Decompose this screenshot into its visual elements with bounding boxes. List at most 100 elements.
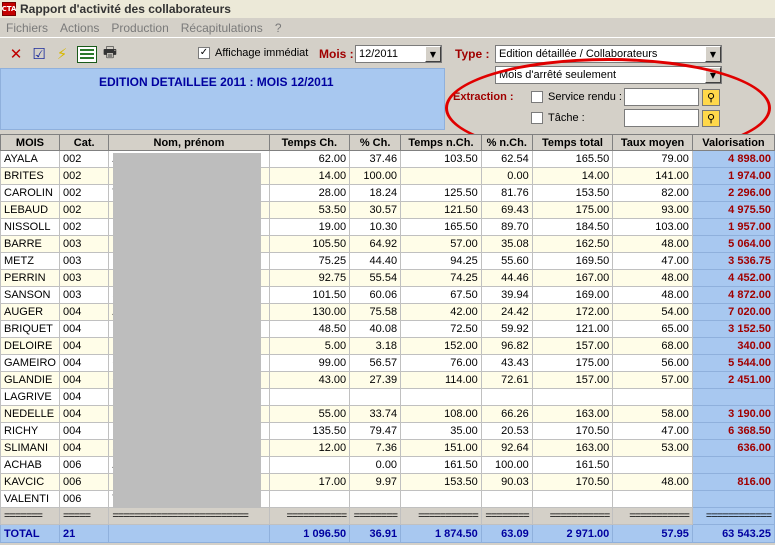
column-header[interactable]: Cat. [58,134,110,151]
menu-recapitulations[interactable]: Récapitulations [175,21,269,35]
table-cell [400,167,482,185]
table-cell: 121.50 [400,201,482,219]
column-header[interactable]: Valorisation [691,134,775,151]
table-cell: 1 096.50 [268,524,351,543]
table-cell: 40.08 [349,320,402,338]
table-cell: 165.50 [400,218,482,236]
type-label: Type : [455,47,490,61]
affichage-label: Affichage immédiat [215,47,309,59]
lightning-icon[interactable]: ⚡ [52,44,72,64]
column-header[interactable]: Temps n.Ch. [400,134,482,151]
table-cell: 47.00 [612,252,693,270]
table-cell [349,388,402,406]
table-cell: 48.00 [612,473,693,491]
table-cell [349,490,402,508]
table-cell: 114.00 [400,371,482,389]
tache-input[interactable] [624,109,699,127]
table-cell: 79.00 [612,150,693,168]
validate-icon[interactable]: ☑ [29,44,49,64]
table-cell: 003 [58,235,110,253]
table-cell: 5.00 [268,337,351,355]
tache-checkbox[interactable] [531,112,543,124]
table-cell: 43.00 [268,371,351,389]
table-cell: 141.00 [612,167,693,185]
column-header[interactable]: Temps Ch. [268,134,351,151]
menu-help[interactable]: ? [269,21,288,35]
tache-option[interactable]: Tâche : [531,112,585,124]
mois-value: 12/2011 [359,48,398,60]
table-cell: 75.25 [268,252,351,270]
table-cell: KAVCIC [0,473,60,491]
service-rendu-checkbox[interactable] [531,91,543,103]
spreadsheet-icon[interactable] [77,45,97,63]
table-cell: 96.82 [480,337,533,355]
table-cell: 161.50 [531,456,614,474]
table-cell: 006 [58,490,110,508]
table-cell: 153.50 [400,473,482,491]
table-cell [691,456,775,474]
table-cell [612,456,693,474]
table-cell: 006 [58,456,110,474]
mois-select[interactable]: 12/2011 ▼ [355,45,442,63]
chevron-down-icon[interactable]: ▼ [705,67,721,83]
table-cell: 7.36 [349,439,402,457]
table-cell: ACHAB [0,456,60,474]
mois-label: Mois : [319,47,354,61]
total-row[interactable]: TOTAL 21 1 096.50 36.91 1 874.50 63.09 2 971.0… [0,524,775,543]
table-cell: 004 [58,354,110,372]
affichage-immediat-option[interactable]: ✓ Affichage immédiat [198,47,308,59]
table-cell: 72.61 [480,371,533,389]
search-lookup-icon[interactable]: ⚲ [702,89,720,106]
arrete-select[interactable]: Mois d'arrêté seulement ▼ [495,66,722,84]
table-cell: 17.00 [268,473,351,491]
table-cell: 67.50 [400,286,482,304]
column-header[interactable]: % Ch. [349,134,402,151]
table-cell: 37.46 [349,150,402,168]
table-cell [691,490,775,508]
affichage-checkbox[interactable]: ✓ [198,47,210,59]
table-cell: 64.92 [349,235,402,253]
chevron-down-icon[interactable]: ▼ [705,46,721,62]
menu-production[interactable]: Production [105,21,174,35]
menu-actions[interactable]: Actions [54,21,105,35]
table-cell: 44.40 [349,252,402,270]
redacted-names [113,153,261,508]
edition-title: EDITION DETAILLEE 2011 : MOIS 12/2011 [99,75,334,89]
table-cell: 43.43 [480,354,533,372]
table-cell: 94.25 [400,252,482,270]
type-select[interactable]: Edition détaillée / Collaborateurs ▼ [495,45,722,63]
table-cell: 3 536.75 [691,252,775,270]
chevron-down-icon[interactable]: ▼ [425,46,441,62]
table-cell: 3 152.50 [691,320,775,338]
table-cell: 121.00 [531,320,614,338]
table-cell: DELOIRE [0,337,60,355]
menu-bar: Fichiers Actions Production Récapitulati… [0,18,775,38]
separator-row[interactable]: ======= ===== ========================= ===… [0,507,775,525]
search-lookup-icon[interactable]: ⚲ [702,110,720,127]
column-header[interactable]: MOIS [0,134,60,151]
extraction-label: Extraction : [453,91,514,103]
table-cell: 100.00 [480,456,533,474]
column-header[interactable]: Temps total [531,134,614,151]
table-cell: 003 [58,286,110,304]
table-cell: 35.00 [400,422,482,440]
column-header[interactable]: Nom, prénom [108,134,270,151]
table-cell: 93.00 [612,201,693,219]
table-cell: 56.00 [612,354,693,372]
table-cell: 1 974.00 [691,167,775,185]
close-icon[interactable]: ✕ [6,44,26,64]
column-header[interactable]: % n.Ch. [480,134,533,151]
table-cell: 14.00 [268,167,351,185]
printer-icon[interactable]: 🖶 [100,43,120,64]
service-rendu-option[interactable]: Service rendu : [531,91,622,103]
table-cell: 55.54 [349,269,402,287]
menu-fichiers[interactable]: Fichiers [0,21,54,35]
table-cell: 167.00 [531,269,614,287]
table-cell: 90.03 [480,473,533,491]
table-cell: 58.00 [612,405,693,423]
table-cell: 2 971.00 [531,524,614,543]
service-rendu-input[interactable] [624,88,699,106]
column-header[interactable]: Taux moyen [612,134,693,151]
table-cell: METZ [0,252,60,270]
table-cell: 81.76 [480,184,533,202]
